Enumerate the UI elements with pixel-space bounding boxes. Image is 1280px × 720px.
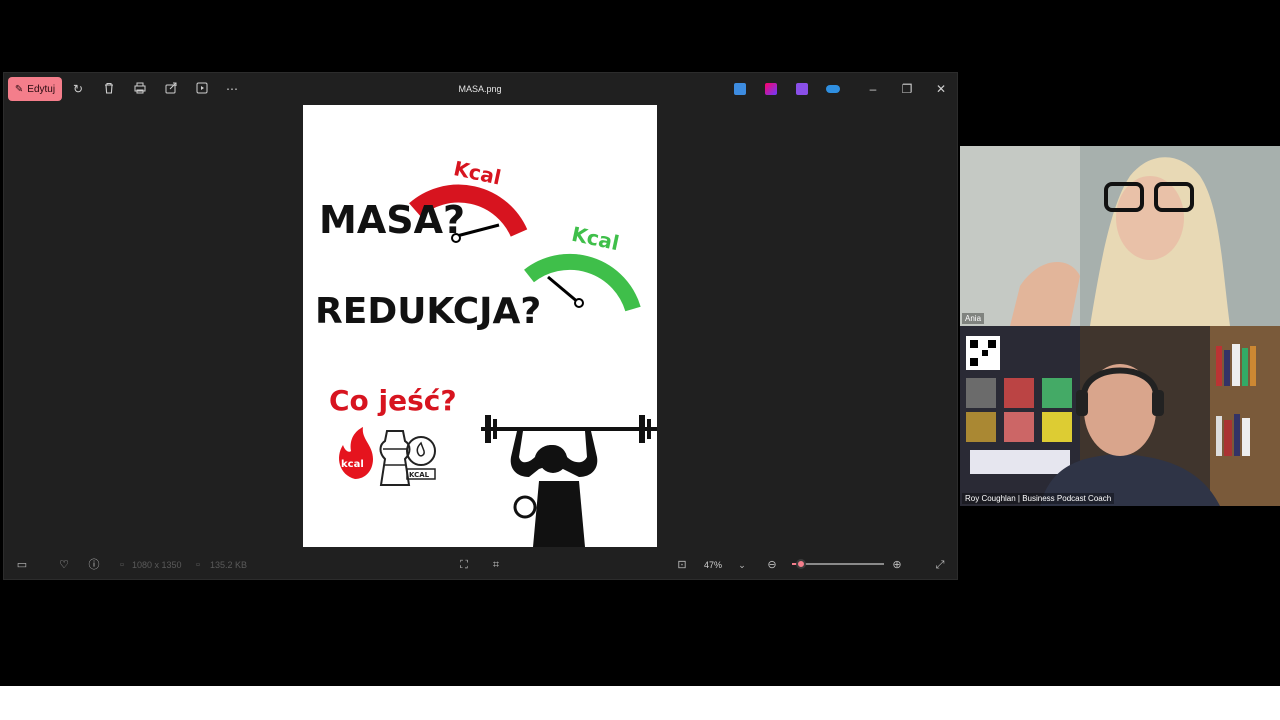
video-tile-ania[interactable]: Ania bbox=[960, 146, 1280, 326]
flame-icon bbox=[339, 427, 373, 479]
restore-icon[interactable]: ❐ bbox=[898, 80, 916, 98]
fullscreen-icon[interactable]: ⤢ bbox=[932, 557, 948, 573]
poster-image: Kcal MASA? Kcal REDUKCJA? Co jeść? kcal bbox=[303, 105, 657, 547]
close-icon[interactable]: ✕ bbox=[932, 80, 950, 98]
status-bar: ▭ ♡ ⓘ ▫ 1080 x 1350 ▫ 135.2 KB ⛶ ⌗ ⊡ 47%… bbox=[4, 549, 957, 581]
participant-name-ania: Ania bbox=[962, 313, 985, 324]
scale-icon bbox=[406, 436, 436, 466]
more-options-icon[interactable]: ⋯ bbox=[224, 81, 240, 97]
slideshow-icon[interactable] bbox=[194, 81, 210, 97]
print-icon[interactable] bbox=[132, 81, 148, 97]
file-size: 135.2 KB bbox=[210, 560, 248, 570]
zoom-level[interactable]: 47% bbox=[704, 557, 722, 573]
body-measure-icon bbox=[379, 430, 411, 486]
copilot-app-icon[interactable] bbox=[765, 83, 777, 95]
participant-face bbox=[1116, 176, 1184, 260]
kcal-green-text: Kcal bbox=[570, 222, 622, 255]
visual-search-icon[interactable]: ⌗ bbox=[488, 557, 504, 573]
file-size-icon: ▫ bbox=[196, 559, 200, 571]
favorite-heart-icon[interactable]: ♡ bbox=[56, 557, 72, 573]
edit-icon: ✎ bbox=[14, 83, 24, 95]
video-tile-roy[interactable]: Roy Coughlan | Business Podcast Coach bbox=[960, 326, 1280, 506]
window-title: MASA.png bbox=[458, 84, 502, 94]
fit-to-window-icon[interactable]: ⊡ bbox=[674, 557, 690, 573]
participant-name-roy: Roy Coughlan | Business Podcast Coach bbox=[962, 493, 1115, 504]
edit-button-label: Edytuj bbox=[27, 83, 56, 95]
zoom-in-icon[interactable]: ⊕ bbox=[889, 557, 905, 573]
onedrive-icon[interactable] bbox=[826, 85, 840, 93]
info-icon[interactable]: ⓘ bbox=[86, 557, 102, 573]
share-icon[interactable] bbox=[163, 81, 179, 97]
co-jesc-heading: Co jeść? bbox=[329, 384, 457, 417]
edit-button[interactable]: ✎ Edytuj bbox=[8, 77, 62, 101]
zoom-out-icon[interactable]: ⊖ bbox=[764, 557, 780, 573]
delete-icon[interactable] bbox=[101, 81, 117, 97]
bottom-white-strip bbox=[0, 686, 1280, 720]
chevron-down-icon[interactable]: ⌄ bbox=[734, 557, 750, 573]
scale-kcal-label: KCAL bbox=[409, 471, 430, 479]
redukcja-heading: REDUKCJA? bbox=[315, 291, 541, 332]
image-dimensions: 1080 x 1350 bbox=[132, 560, 182, 570]
photos-app-window: ✎ Edytuj ↻ ⋯ MASA.png – ❐ ✕ Kcal MASA? K… bbox=[3, 72, 958, 580]
flame-kcal-label: kcal bbox=[341, 459, 364, 470]
designer-app-icon[interactable] bbox=[734, 83, 746, 95]
rotate-icon[interactable]: ↻ bbox=[70, 81, 86, 97]
minimize-icon[interactable]: – bbox=[864, 80, 882, 98]
green-gauge-needle bbox=[547, 275, 580, 305]
filmstrip-icon[interactable]: ▭ bbox=[14, 557, 30, 573]
image-canvas[interactable]: Kcal MASA? Kcal REDUKCJA? Co jeść? kcal bbox=[4, 105, 957, 549]
zoom-slider[interactable] bbox=[792, 559, 884, 569]
masa-heading: MASA? bbox=[319, 198, 465, 242]
crop-icon[interactable]: ⛶ bbox=[456, 557, 472, 573]
barbell-bar bbox=[481, 427, 657, 431]
clipchamp-app-icon[interactable] bbox=[796, 83, 808, 95]
dimensions-icon: ▫ bbox=[120, 559, 124, 571]
title-bar: ✎ Edytuj ↻ ⋯ MASA.png – ❐ ✕ bbox=[4, 73, 957, 105]
